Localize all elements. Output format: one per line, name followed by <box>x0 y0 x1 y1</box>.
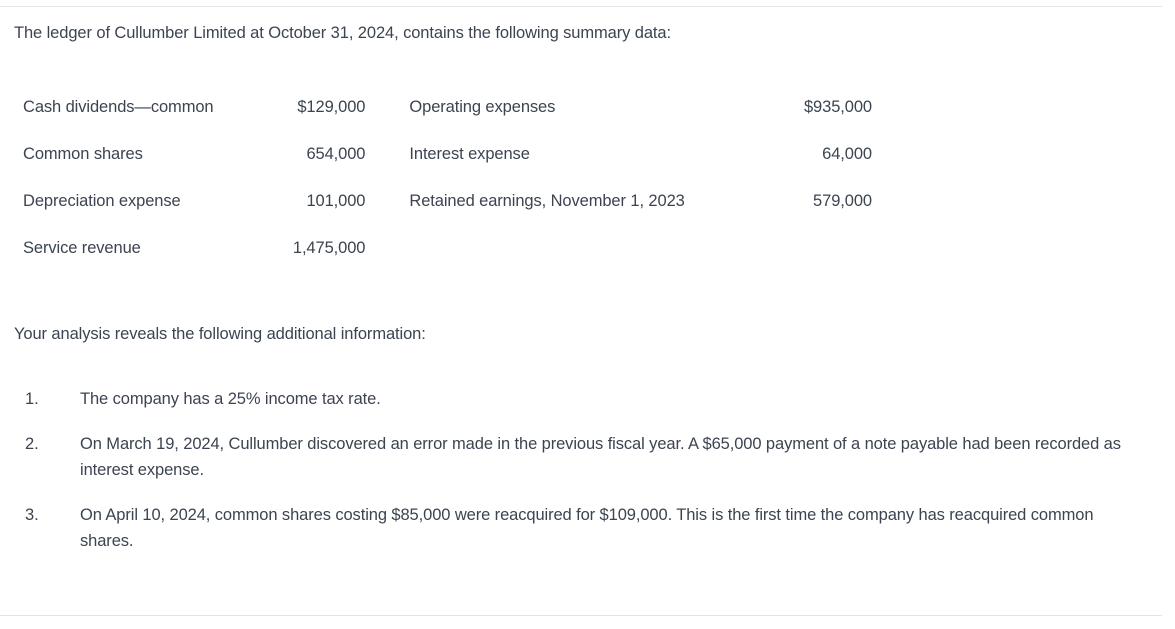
additional-information-list: 1. The company has a 25% income tax rate… <box>0 386 1175 573</box>
bottom-divider <box>0 615 1162 616</box>
table-row: Service revenue 1,475,000 <box>0 225 900 272</box>
account-label-right <box>365 225 758 272</box>
list-item: 3. On April 10, 2024, common shares cost… <box>0 502 1175 554</box>
table-row: Cash dividends—common $129,000 Operating… <box>0 84 900 131</box>
list-item-text: On April 10, 2024, common shares costing… <box>80 506 1094 550</box>
account-amount-right: 579,000 <box>813 192 872 210</box>
account-amount-left: 101,000 <box>306 192 366 210</box>
list-item-number: 3. <box>25 506 39 524</box>
account-amount-right <box>759 225 900 272</box>
table-row: Depreciation expense 101,000 Retained ea… <box>0 178 900 225</box>
account-label-left: Cash dividends—common <box>23 98 214 116</box>
account-amount-left: $129,000 <box>297 98 366 116</box>
account-label-left: Service revenue <box>23 239 141 257</box>
account-label-left: Depreciation expense <box>23 192 181 210</box>
account-label-right: Operating expenses <box>409 98 556 116</box>
table-row: Common shares 654,000 Interest expense 6… <box>0 131 900 178</box>
list-item: 1. The company has a 25% income tax rate… <box>0 386 1175 412</box>
account-label-right: Retained earnings, November 1, 2023 <box>409 192 685 210</box>
account-amount-left: 1,475,000 <box>292 239 366 257</box>
top-divider <box>0 6 1162 7</box>
problem-statement: The ledger of Cullumber Limited at Octob… <box>14 24 671 42</box>
account-label-right: Interest expense <box>409 145 530 163</box>
list-item-text: On March 19, 2024, Cullumber discovered … <box>80 435 1121 479</box>
analysis-statement: Your analysis reveals the following addi… <box>14 325 426 343</box>
account-amount-right: $935,000 <box>803 98 872 116</box>
account-amount-right: 64,000 <box>822 145 872 163</box>
list-item: 2. On March 19, 2024, Cullumber discover… <box>0 431 1175 483</box>
question-page: The ledger of Cullumber Limited at Octob… <box>0 0 1175 629</box>
account-amount-left: 654,000 <box>306 145 366 163</box>
list-item-text: The company has a 25% income tax rate. <box>80 390 381 408</box>
summary-data-table: Cash dividends—common $129,000 Operating… <box>0 84 900 272</box>
list-item-number: 1. <box>25 390 39 408</box>
list-item-number: 2. <box>25 435 39 453</box>
account-label-left: Common shares <box>23 145 143 163</box>
